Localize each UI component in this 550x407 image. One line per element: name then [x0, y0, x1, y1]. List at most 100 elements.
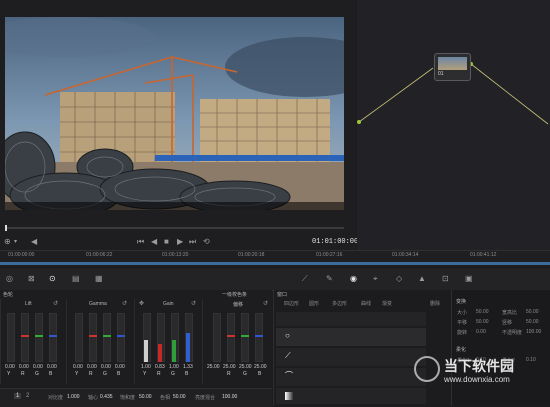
gain-y-value[interactable]: 1.00: [141, 364, 151, 370]
opacity-value[interactable]: 100.00: [526, 329, 541, 335]
curves-icon[interactable]: ⟋: [302, 275, 308, 283]
color-node[interactable]: 01: [434, 53, 471, 81]
reset-icon[interactable]: ↺: [191, 300, 196, 308]
viewer-scrub-bar[interactable]: [5, 227, 344, 229]
rotate-value[interactable]: 0.00: [476, 329, 486, 335]
window-icon[interactable]: ◉: [350, 275, 357, 283]
offset-1-value[interactable]: 25.00: [207, 364, 220, 370]
window-row-linear[interactable]: ⟋: [276, 348, 426, 366]
match-icon[interactable]: ⊠: [28, 275, 35, 283]
offset-wheel[interactable]: 偏移 ↺ 25.00 25.00 25.00 25.00 R G B: [202, 299, 273, 384]
gain-wheel[interactable]: ✥ Gain ↺ 1.00 0.83 1.00 1.33 Y R G B: [134, 299, 203, 384]
gain-g-value[interactable]: 1.00: [169, 364, 179, 370]
hue-value[interactable]: 50.00: [173, 394, 186, 400]
timeline-tick: 01:00:41:12: [470, 252, 497, 258]
window-panel-title: 窗口: [277, 292, 288, 298]
rgb-mixer-icon[interactable]: ▤: [72, 275, 80, 283]
timeline-tick: 01:00:06:22: [86, 252, 113, 258]
color-wheels-panel: 色轮 一级校色条 Lift ↺ 0.00 0.00 0.00 0.00 Y R …: [0, 290, 273, 407]
lift-wheel[interactable]: Lift ↺ 0.00 0.00 0.00 0.00 Y R G B: [0, 299, 67, 384]
loop-icon[interactable]: ⟲: [203, 238, 210, 246]
page-1-button[interactable]: 1: [14, 393, 22, 399]
viewer-options-icon[interactable]: ⊕: [4, 238, 11, 246]
gradient-window-icon: [285, 392, 293, 400]
delete-button[interactable]: 删除: [430, 300, 440, 307]
reset-icon[interactable]: ↺: [263, 300, 268, 308]
channel-label: G: [171, 371, 175, 377]
lum-mix-label: 亮度混合: [195, 395, 216, 401]
gamma-wheel[interactable]: Gamma ↺ 0.00 0.00 0.00 0.00 Y R G B: [66, 299, 135, 384]
gain-r-value[interactable]: 0.83: [155, 364, 165, 370]
volume-icon[interactable]: ◀: [31, 238, 37, 246]
channel-label: G: [243, 371, 247, 377]
node-editor: 01: [357, 0, 550, 250]
mode-select[interactable]: 一级校色条: [222, 291, 247, 298]
camera-raw-icon[interactable]: ◎: [6, 275, 13, 283]
gamma-y-value[interactable]: 0.00: [73, 364, 83, 370]
sizing-icon[interactable]: ⊡: [442, 275, 449, 283]
picker-icon[interactable]: ✥: [139, 300, 144, 308]
key-icon[interactable]: ▲: [418, 275, 426, 283]
color-wheels-icon[interactable]: ⊙: [49, 275, 56, 283]
lift-b-value[interactable]: 0.00: [47, 364, 57, 370]
tracker-icon[interactable]: ⌖: [373, 275, 378, 283]
3d-icon[interactable]: ▣: [465, 275, 473, 283]
timeline-ruler[interactable]: 01:00:00:00 01:00:06:22 01:00:13:20 01:0…: [0, 250, 550, 267]
gain-b-value[interactable]: 1.33: [183, 364, 193, 370]
timeline-tick: 01:00:34:14: [392, 252, 419, 258]
stop-icon[interactable]: ■: [164, 238, 169, 246]
offset-3-value[interactable]: 25.00: [239, 364, 252, 370]
page-2-button[interactable]: 2: [26, 393, 29, 399]
adjustment-strip: 1 2 对比度 1.000 轴心 0.435 饱和度 50.00 色相 50.0…: [0, 388, 272, 407]
qualifier-icon[interactable]: ✎: [326, 275, 333, 283]
tool-curve[interactable]: 曲线: [361, 300, 371, 307]
wheel-title: 偏移: [233, 302, 244, 308]
lift-r-value[interactable]: 0.00: [19, 364, 29, 370]
channel-label: R: [89, 371, 93, 377]
watermark-text: 当下软件园: [444, 358, 514, 374]
lift-g-value[interactable]: 0.00: [33, 364, 43, 370]
offset-2-value[interactable]: 25.00: [223, 364, 236, 370]
wheel-title: Gain: [163, 301, 174, 307]
pan-value[interactable]: 50.00: [476, 319, 489, 325]
reverse-play-icon[interactable]: ◀: [151, 238, 157, 246]
tilt-value[interactable]: 50.00: [526, 319, 539, 325]
gamma-b-value[interactable]: 0.00: [115, 364, 125, 370]
timeline-tick: 01:00:13:20: [162, 252, 189, 258]
bars: [211, 313, 269, 362]
curve-window-icon: ⌒: [285, 371, 293, 380]
window-row-circle[interactable]: ○: [276, 328, 426, 346]
bars: [73, 313, 131, 362]
node-connections: [357, 62, 549, 125]
channel-label: R: [157, 371, 161, 377]
reset-icon[interactable]: ↺: [122, 300, 127, 308]
blur-icon[interactable]: ◇: [396, 275, 402, 283]
lum-mix-value[interactable]: 100.00: [222, 394, 237, 400]
chevron-down-icon[interactable]: ▾: [14, 238, 17, 246]
window-row-gradient[interactable]: [276, 388, 426, 404]
saturation-value[interactable]: 50.00: [139, 394, 152, 400]
tool-gradient[interactable]: 渐变: [382, 300, 392, 307]
playhead-marker[interactable]: [5, 225, 7, 231]
lift-y-value[interactable]: 0.00: [5, 364, 15, 370]
window-row-curve[interactable]: ⌒: [276, 368, 426, 386]
skip-end-icon[interactable]: ⏭: [189, 238, 196, 246]
motion-effects-icon[interactable]: ▦: [95, 275, 103, 283]
tool-polygon[interactable]: 多边形: [332, 300, 347, 307]
size-value[interactable]: 50.00: [476, 309, 489, 315]
window-row[interactable]: [276, 312, 426, 326]
tool-circle[interactable]: 圆形: [309, 300, 319, 307]
gamma-g-value[interactable]: 0.00: [101, 364, 111, 370]
skip-start-icon[interactable]: ⏮: [137, 238, 144, 246]
contrast-value[interactable]: 1.000: [67, 394, 80, 400]
timeline-tick: 01:00:27:16: [316, 252, 343, 258]
offset-4-value[interactable]: 25.00: [254, 364, 267, 370]
tool-quad[interactable]: 四边形: [284, 300, 299, 307]
gamma-r-value[interactable]: 0.00: [87, 364, 97, 370]
gain-b-fill: [186, 333, 190, 362]
pivot-value[interactable]: 0.435: [100, 394, 113, 400]
play-icon[interactable]: ▶: [177, 238, 183, 246]
reset-icon[interactable]: ↺: [53, 300, 58, 308]
viewer-panel: ⊕ ▾ ◀ ⏮ ◀ ■ ▶ ⏭ ⟲ 01:01:00:00: [0, 0, 358, 250]
aspect-value[interactable]: 50.00: [526, 309, 539, 315]
